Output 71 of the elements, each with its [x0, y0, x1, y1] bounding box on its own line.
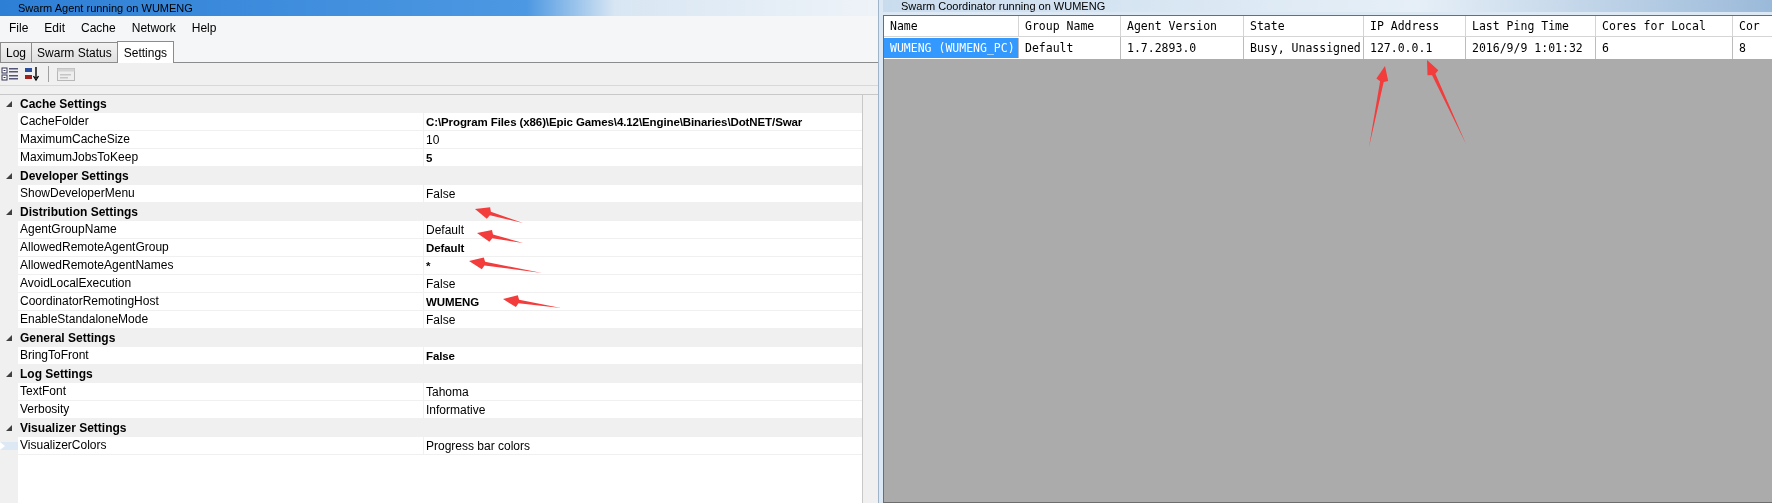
column-header[interactable]: State: [1244, 16, 1364, 36]
annotation-arrow: [477, 230, 523, 243]
annotation-arrow: [475, 207, 523, 223]
table-cell: 6: [1596, 37, 1733, 59]
property-name: AgentGroupName: [18, 221, 424, 238]
expand-toggle-icon[interactable]: [6, 100, 12, 107]
property-value[interactable]: WUMENG: [424, 295, 480, 308]
property-name: MaximumJobsToKeep: [18, 149, 424, 166]
property-name: ShowDeveloperMenu: [18, 185, 424, 202]
property-value[interactable]: Tahoma: [424, 384, 469, 399]
table-cell: Default: [1019, 37, 1121, 59]
category-header: General Settings: [19, 330, 116, 345]
expand-toggle-icon[interactable]: [6, 370, 12, 377]
property-name: Verbosity: [18, 401, 424, 418]
column-header[interactable]: IP Address: [1364, 16, 1466, 36]
property-value[interactable]: Default: [424, 241, 465, 254]
annotation-arrow: [503, 295, 561, 308]
expand-toggle-icon[interactable]: [6, 172, 12, 179]
property-value[interactable]: False: [424, 349, 455, 362]
property-value[interactable]: Default: [424, 222, 465, 237]
property-name: BringToFront: [18, 347, 424, 364]
expand-toggle-icon[interactable]: [6, 424, 12, 431]
column-header[interactable]: Agent Version: [1121, 16, 1244, 36]
scrollbar[interactable]: [862, 95, 878, 503]
window-title: Swarm Coordinator running on WUMENG: [901, 0, 1106, 12]
property-name: CoordinatorRemotingHost: [18, 293, 424, 310]
table-cell: 1.7.2893.0: [1121, 37, 1244, 59]
menu-item[interactable]: Cache: [73, 18, 124, 38]
property-value[interactable]: 10: [424, 132, 440, 147]
table-cell: Busy, Unassigned: [1244, 37, 1364, 59]
menu-item[interactable]: Edit: [36, 18, 74, 38]
table-cell-text: 8: [1738, 40, 1747, 57]
property-value[interactable]: False: [424, 186, 456, 201]
category-header: Developer Settings: [19, 168, 129, 183]
property-value[interactable]: *: [424, 259, 431, 272]
property-value[interactable]: C:\Program Files (x86)\Epic Games\4.12\Engine\Binaries\DotNET/Swar: [424, 115, 803, 128]
property-value[interactable]: Progress bar colors: [424, 438, 531, 453]
property-name: MaximumCacheSize: [18, 131, 424, 148]
column-header[interactable]: Last Ping Time: [1466, 16, 1596, 36]
property-name: VisualizerColors: [18, 437, 424, 454]
property-value[interactable]: False: [424, 276, 456, 291]
property-value[interactable]: Informative: [424, 402, 486, 417]
expand-toggle-icon[interactable]: [6, 208, 12, 215]
column-header[interactable]: Cor: [1733, 16, 1772, 36]
property-name: AllowedRemoteAgentNames: [18, 257, 424, 274]
sort-icon[interactable]: [23, 66, 41, 82]
table-cell: 127.0.0.1: [1364, 37, 1466, 59]
tab[interactable]: Settings: [116, 41, 175, 63]
expand-toggle-icon[interactable]: [6, 334, 12, 341]
property-name: EnableStandaloneMode: [18, 311, 424, 328]
categorized-icon[interactable]: [1, 66, 19, 82]
category-header: Visualizer Settings: [19, 420, 127, 435]
property-value[interactable]: 5: [424, 151, 433, 164]
tab[interactable]: Log: [0, 42, 33, 62]
property-value[interactable]: False: [424, 312, 456, 327]
table-cell: 2016/9/9 1:01:32: [1466, 37, 1596, 59]
tab[interactable]: Swarm Status: [31, 42, 118, 62]
category-header: Cache Settings: [19, 96, 107, 111]
column-header[interactable]: Name: [884, 16, 1019, 36]
window-title: Swarm Agent running on WUMENG: [18, 2, 193, 14]
column-header[interactable]: Cores for Local: [1596, 16, 1733, 36]
category-header: Distribution Settings: [19, 204, 138, 219]
property-name: AllowedRemoteAgentGroup: [18, 239, 424, 256]
category-header: Log Settings: [19, 366, 93, 381]
menu-item[interactable]: Network: [123, 18, 184, 38]
menu-item[interactable]: Help: [183, 18, 225, 38]
property-name: TextFont: [18, 383, 424, 400]
menu-item[interactable]: File: [1, 18, 37, 38]
property-name: AvoidLocalExecution: [18, 275, 424, 292]
property-name: CacheFolder: [18, 113, 424, 130]
column-header[interactable]: Group Name: [1019, 16, 1121, 36]
